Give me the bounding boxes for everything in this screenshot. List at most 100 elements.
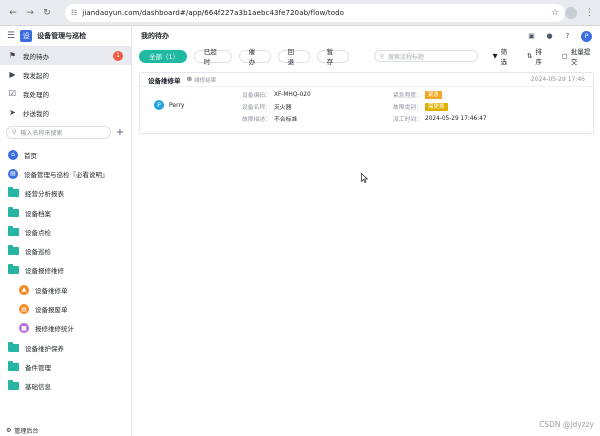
flow-search-input[interactable]: ⚲ 搜索流程标题 <box>373 50 478 62</box>
sidebar-item-label: 我处理的 <box>23 90 49 99</box>
sidebar-item-repair-group[interactable]: 设备报修维修 <box>0 261 131 280</box>
sidebar-item-home[interactable]: ⌂ 首页 <box>0 145 131 164</box>
folder-icon <box>8 341 19 352</box>
site-info-icon[interactable]: ☷ <box>71 9 77 17</box>
sidebar-item-label: 我发起的 <box>23 71 49 80</box>
doc-icon: ▤ <box>8 168 18 179</box>
mouse-cursor-icon <box>361 173 368 183</box>
warning-icon: ▲ <box>19 284 29 295</box>
sidebar-item-label: 设备维护保养 <box>25 344 64 353</box>
field-value: 2024-05-29 17:46:47 <box>425 115 487 122</box>
field-category: 故障类别： 需更换 <box>393 102 448 111</box>
search-icon: ⚲ <box>379 52 384 60</box>
tab-all[interactable]: 全部（1） <box>139 49 187 63</box>
sidebar-item-basic-info[interactable]: 基础信息 <box>0 377 131 396</box>
filter-icon: ▼ <box>492 52 498 60</box>
sidebar-item-spare-parts[interactable]: 备件管理 <box>0 357 131 376</box>
settings-icon: ⚙ <box>6 427 12 434</box>
sidebar-item-repair-stats[interactable]: ■ 报修维修统计 <box>0 319 131 338</box>
sidebar-item-label: 设备档案 <box>25 209 51 218</box>
field-label: 设备名称： <box>242 105 271 111</box>
folder-icon <box>8 206 19 217</box>
notification-icon[interactable]: ● <box>545 32 554 41</box>
tab-draft[interactable]: 暂存 <box>316 48 349 66</box>
folder-icon <box>8 264 19 275</box>
sidebar-item-archive[interactable]: 设备档案 <box>0 203 131 222</box>
menu-toggle-icon[interactable]: ☰ <box>7 31 15 41</box>
field-value: 不合标准 <box>274 117 298 123</box>
field-urgency: 紧急程度： 紧急 <box>393 90 443 99</box>
folder-icon <box>8 245 19 256</box>
avatar[interactable]: P <box>581 30 592 42</box>
browser-menu-icon[interactable]: ⋮ <box>585 8 594 18</box>
filter-button[interactable]: ▼ 筛选 <box>493 46 512 66</box>
sidebar-item-inspection[interactable]: 设备巡检 <box>0 241 131 260</box>
sidebar-item-scrap-order[interactable]: ▤ 设备报废单 <box>0 299 131 318</box>
sidebar: ☰ 设 设备管理与巡检 ⚑ 我的待办 1 ▶ 我发起的 ☑ 我处理的 ➤ 抄送我… <box>0 26 132 436</box>
field-label: 设备编码： <box>242 93 271 99</box>
sidebar-item-label: 备件管理 <box>25 363 51 372</box>
layout-icon[interactable]: ▣ <box>527 32 536 41</box>
category-tag: 需更换 <box>425 102 448 111</box>
bookmark-star-icon[interactable]: ☆ <box>551 8 559 18</box>
sidebar-item-my-todo[interactable]: ⚑ 我的待办 1 <box>0 46 131 65</box>
batch-submit-label: 批量提交 <box>570 48 591 66</box>
app-title: 设备管理与巡检 <box>37 32 87 40</box>
admin-link[interactable]: ⚙ 管理后台 <box>6 426 38 435</box>
todo-card[interactable]: 设备维修单 ☻ 维修结果 2024-05-29 17:46 P Perry 设备… <box>139 72 594 134</box>
todo-count-badge: 1 <box>113 50 123 61</box>
sidebar-item-cc[interactable]: ➤ 抄送我的 <box>0 103 131 122</box>
folder-icon <box>8 225 19 236</box>
urgency-tag: 紧急 <box>425 90 443 99</box>
add-icon[interactable]: + <box>115 127 125 138</box>
sort-icon: ⇅ <box>526 52 533 60</box>
reload-icon[interactable]: ↻ <box>40 6 54 20</box>
sort-button[interactable]: ⇅ 排序 <box>527 46 547 66</box>
field-value: 灭火器 <box>274 105 292 111</box>
field-code: 设备编码： XF-MHQ-020 <box>242 90 311 100</box>
field-description: 故障描述： 不合标准 <box>242 114 297 123</box>
sidebar-item-guide[interactable]: ▤ 设备管理与巡检『必看说明』 <box>0 164 131 183</box>
sidebar-item-repair-order[interactable]: ▲ 设备维修单 <box>0 280 131 299</box>
sidebar-item-label: 我的待办 <box>23 52 49 61</box>
field-label: 派工时间： <box>393 117 422 123</box>
play-icon: ▶ <box>9 70 16 79</box>
app-logo-icon: 设 <box>20 30 33 42</box>
sidebar-item-maintenance[interactable]: 设备维护保养 <box>0 338 131 357</box>
send-icon: ➤ <box>9 108 16 117</box>
sidebar-item-initiated[interactable]: ▶ 我发起的 <box>0 65 131 84</box>
admin-link-label: 管理后台 <box>14 428 39 435</box>
sidebar-item-label: 设备点检 <box>25 228 51 237</box>
tab-overdue[interactable]: 已超时 <box>193 48 232 66</box>
sidebar-item-handled[interactable]: ☑ 我处理的 <box>0 84 131 103</box>
folder-icon <box>8 380 19 391</box>
browser-toolbar: ← → ↻ ☷ jiandaoyun.com/dashboard#/app/66… <box>0 0 600 26</box>
filter-button-label: 筛选 <box>500 48 508 66</box>
flow-search-placeholder: 搜索流程标题 <box>387 53 424 61</box>
back-arrow-icon[interactable]: ← <box>6 6 20 20</box>
avatar: P <box>154 100 164 110</box>
forward-arrow-icon[interactable]: → <box>23 6 37 20</box>
field-value: XF-MHQ-020 <box>274 91 311 98</box>
sidebar-item-label: 设备管理与巡检『必看说明』 <box>24 170 109 179</box>
field-label: 故障描述： <box>242 117 271 123</box>
batch-submit-button[interactable]: ▢ 批量提交 <box>562 46 594 66</box>
address-bar[interactable]: ☷ jiandaoyun.com/dashboard#/app/664f227a… <box>65 3 565 22</box>
sidebar-item-label: 抄送我的 <box>23 109 49 118</box>
browser-profile-icon[interactable] <box>565 6 577 19</box>
folder-icon <box>8 360 19 371</box>
sidebar-item-spot-check[interactable]: 设备点检 <box>0 222 131 241</box>
folder-icon <box>8 187 19 198</box>
sidebar-search-input[interactable]: ⚲ 输入名称来搜索 <box>6 126 111 139</box>
sidebar-item-label: 设备维修单 <box>35 286 68 295</box>
sidebar-item-label: 设备报废单 <box>35 306 68 315</box>
help-icon[interactable]: ? <box>563 32 572 41</box>
card-date: 2024-05-29 17:46 <box>530 76 585 83</box>
check-icon: ☑ <box>8 89 17 98</box>
sidebar-item-analysis[interactable]: 经营分析报表 <box>0 184 131 203</box>
tab-urge[interactable]: 催办 <box>238 48 271 66</box>
watermark: CSDN @jdyzzy <box>539 420 594 429</box>
filter-bar: 全部（1） 已超时 催办 回退 暂存 ⚲ 搜索流程标题 ▼ 筛选 ⇅ 排序 ▢ … <box>133 46 600 66</box>
tab-returned[interactable]: 回退 <box>277 48 310 66</box>
user-icon: ☻ <box>186 76 193 83</box>
